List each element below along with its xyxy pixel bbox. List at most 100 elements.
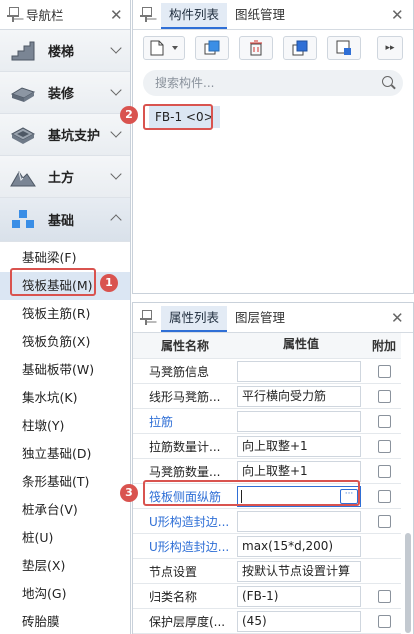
property-row: U形构造封边... [133, 509, 401, 534]
tab-component-list[interactable]: 构件列表 [161, 3, 228, 29]
property-row: 保护层厚度(... (45) [133, 609, 401, 634]
column-header-name: 属性名称 [160, 339, 209, 353]
trash-icon [250, 40, 262, 56]
property-row: 马凳筋信息 [133, 359, 401, 384]
stairs-icon [10, 40, 36, 62]
chevron-down-icon [110, 42, 122, 54]
nav-sub-item[interactable]: 基础板带(W) [0, 356, 130, 384]
property-tabs: 属性列表 图层管理 ✕ [133, 303, 413, 333]
nav-sub-item[interactable]: 条形基础(T) [0, 468, 130, 496]
pin-icon[interactable] [139, 310, 153, 326]
chevron-up-icon [110, 214, 122, 226]
property-row: 线形马凳筋... 平行横向受力筋 [133, 384, 401, 409]
search-icon[interactable] [382, 76, 393, 87]
nav-title: 导航栏 [26, 8, 64, 23]
extra-checkbox[interactable] [377, 489, 391, 503]
layer-copy-button[interactable] [283, 36, 317, 60]
extra-checkbox[interactable] [377, 389, 391, 403]
extra-checkbox[interactable] [377, 439, 391, 453]
extra-checkbox[interactable] [377, 589, 391, 603]
export-component-button[interactable] [327, 36, 361, 60]
extra-checkbox[interactable] [377, 514, 391, 528]
copy-component-button[interactable] [195, 36, 229, 60]
annotation-badge-2: 2 [120, 106, 138, 124]
property-value[interactable]: (FB-1) [237, 585, 361, 607]
property-name-link[interactable]: 拉筋 [133, 413, 237, 430]
property-row: U形构造封边... max(15*d,200) [133, 534, 401, 559]
pin-icon[interactable] [6, 6, 20, 23]
property-value[interactable]: max(15*d,200) [237, 535, 361, 557]
layer-copy-icon [292, 40, 308, 56]
property-name: 保护层厚度(... [149, 614, 226, 629]
property-row: 拉筋数量计... 向上取整+1 [133, 434, 401, 459]
property-row: 拉筋 [133, 409, 401, 434]
nav-category-stairs[interactable]: 楼梯 [0, 30, 130, 72]
property-name-link[interactable]: U形构造封边... [133, 513, 237, 530]
delete-component-button[interactable] [239, 36, 273, 60]
nav-category-earthwork[interactable]: 土方 [0, 156, 130, 198]
earthwork-icon [10, 166, 36, 188]
property-value[interactable]: 向上取整+1 [237, 435, 361, 457]
nav-sub-item[interactable]: 垫层(X) [0, 552, 130, 580]
foundation-sub-list: 基础梁(F) 筏板基础(M) 筏板主筋(R) 筏板负筋(X) 基础板带(W) 集… [0, 242, 130, 634]
highlight-raft-foundation [10, 268, 96, 296]
property-value[interactable] [237, 510, 361, 532]
nav-sub-item[interactable]: 砖胎膜 [0, 608, 130, 634]
search-input[interactable] [155, 76, 355, 90]
nav-sub-item[interactable]: 集水坑(K) [0, 384, 130, 412]
component-list-panel: 构件列表 图纸管理 ✕ ▸▸ FB-1 <0> [132, 0, 414, 294]
extra-checkbox[interactable] [377, 414, 391, 428]
property-value[interactable] [237, 360, 361, 382]
new-file-icon [150, 40, 164, 56]
new-component-button[interactable] [143, 36, 185, 60]
extra-checkbox[interactable] [377, 364, 391, 378]
property-value[interactable]: 按默认节点设置计算 [237, 560, 361, 582]
component-tabs: 构件列表 图纸管理 ✕ [133, 0, 413, 30]
nav-sub-item[interactable]: 独立基础(D) [0, 440, 130, 468]
nav-category-decoration[interactable]: 装修 [0, 72, 130, 114]
tab-layer-management[interactable]: 图层管理 [227, 306, 293, 332]
nav-sub-item[interactable]: 桩承台(V) [0, 496, 130, 524]
nav-sub-item[interactable]: 柱墩(Y) [0, 412, 130, 440]
property-row: 节点设置 按默认节点设置计算 [133, 559, 401, 584]
property-value[interactable]: 平行横向受力筋 [237, 385, 361, 407]
column-header-extra: 附加 [371, 339, 396, 353]
nav-category-label: 基坑支护 [48, 129, 101, 144]
property-value[interactable]: (45) [237, 610, 361, 632]
extra-checkbox[interactable] [377, 614, 391, 628]
nav-sub-item[interactable]: 筏板负筋(X) [0, 328, 130, 356]
tab-property-list[interactable]: 属性列表 [161, 306, 228, 332]
property-name: 马凳筋信息 [149, 364, 210, 379]
navigation-panel: 导航栏 ✕ 楼梯 装修 基坑支护 土方 基础 基础梁(F) 筏板基础(M) 筏板… [0, 0, 131, 634]
pin-icon[interactable] [139, 7, 153, 23]
nav-sub-item[interactable]: 地沟(G) [0, 580, 130, 608]
property-table-header: 属性名称 属性值 附加 [133, 333, 401, 359]
vertical-scrollbar[interactable] [405, 533, 411, 633]
close-icon[interactable]: ✕ [110, 8, 123, 23]
nav-category-label: 土方 [48, 171, 75, 186]
chevron-down-icon [110, 84, 122, 96]
nav-sub-item[interactable]: 筏板主筋(R) [0, 300, 130, 328]
nav-category-foundation[interactable]: 基础 [0, 198, 130, 242]
property-name-link[interactable]: U形构造封边... [133, 538, 237, 555]
more-tools-button[interactable]: ▸▸ [377, 36, 403, 60]
property-panel: 属性列表 图层管理 ✕ 属性名称 属性值 附加 马凳筋信息 线形马凳筋... 平… [132, 302, 414, 634]
property-value[interactable] [237, 410, 361, 432]
property-name: 节点设置 [149, 564, 198, 579]
decoration-icon [10, 82, 36, 104]
annotation-badge-3: 3 [120, 484, 138, 502]
close-icon[interactable]: ✕ [391, 311, 404, 326]
tab-drawing-management[interactable]: 图纸管理 [227, 3, 293, 29]
extra-checkbox[interactable] [377, 464, 391, 478]
nav-sub-item[interactable]: 桩(U) [0, 524, 130, 552]
export-icon [336, 40, 351, 55]
property-name: 马凳筋数量... [149, 464, 221, 479]
property-name: 拉筋数量计... [149, 439, 221, 454]
property-value[interactable]: 向上取整+1 [237, 460, 361, 482]
nav-category-pit-support[interactable]: 基坑支护 [0, 114, 130, 156]
copy-icon [204, 40, 220, 55]
highlight-raft-side-rebar [143, 480, 360, 506]
close-icon[interactable]: ✕ [391, 8, 404, 23]
component-search [143, 70, 403, 96]
nav-header: 导航栏 ✕ [0, 0, 130, 30]
